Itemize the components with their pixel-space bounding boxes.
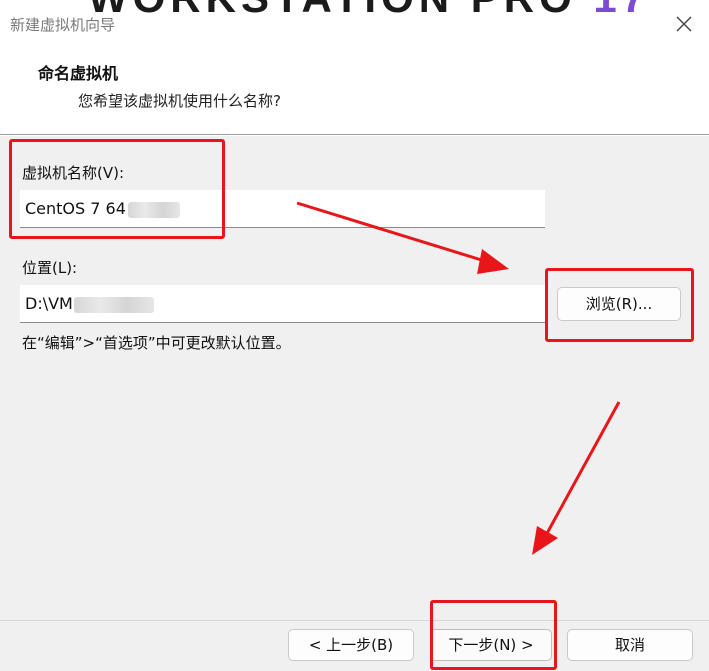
arrowhead xyxy=(532,526,558,555)
redacted-path xyxy=(73,296,154,313)
close-icon xyxy=(676,16,692,32)
arrow-to-next xyxy=(532,401,621,555)
highlight-box-browse xyxy=(545,268,694,342)
arrow-shaft xyxy=(543,401,621,538)
wizard-header: 命名虚拟机 您希望该虚拟机使用什么名称? xyxy=(0,48,709,134)
page-subtitle: 您希望该虚拟机使用什么名称? xyxy=(78,92,281,110)
banner-text: WORKSTATION PRO xyxy=(88,0,577,21)
footer-divider xyxy=(0,620,709,621)
back-button[interactable]: < 上一步(B) xyxy=(288,629,414,661)
background-banner: WORKSTATION PRO 17 xyxy=(88,0,650,22)
location-value: D:\VM xyxy=(25,294,73,313)
close-button[interactable] xyxy=(664,6,704,42)
location-label: 位置(L): xyxy=(22,259,78,277)
arrowhead xyxy=(477,249,509,274)
location-hint: 在“编辑”>“首选项”中可更改默认位置。 xyxy=(22,334,291,352)
banner-number: 17 xyxy=(593,0,650,21)
highlight-box-next xyxy=(430,600,557,670)
location-input[interactable]: D:\VM xyxy=(20,285,545,323)
highlight-box-name xyxy=(9,139,225,239)
cancel-button[interactable]: 取消 xyxy=(567,629,693,661)
header-divider-highlight xyxy=(0,135,709,136)
page-title: 命名虚拟机 xyxy=(38,64,119,83)
title-bar: WORKSTATION PRO 17 新建虚拟机向导 xyxy=(0,0,709,48)
window-title: 新建虚拟机向导 xyxy=(10,16,116,34)
